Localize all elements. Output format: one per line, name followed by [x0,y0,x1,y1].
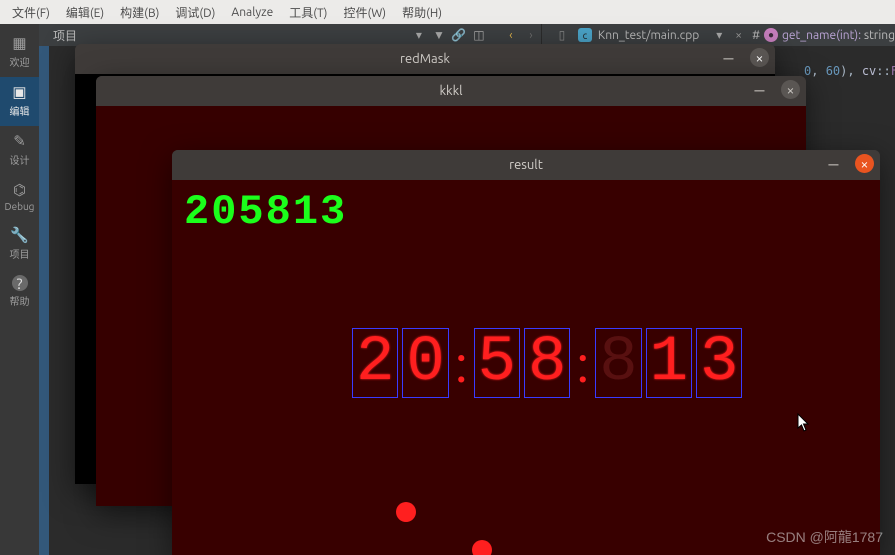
clock-digit-0: 2 [356,327,394,399]
editor-gutter [39,46,49,555]
design-icon: ✎ [13,132,26,150]
close-button[interactable]: × [855,154,874,173]
editor-tab-label: Knn_test/main.cpp [598,29,699,42]
filter-icon[interactable]: ▼ [429,25,449,45]
tab-close-button[interactable]: × [729,29,748,42]
sidebar-item-label: 设计 [10,152,30,167]
minimize-button[interactable]: ─ [719,48,738,67]
code-fragment: 0, 60), cv::FONT [804,64,895,78]
watermark-text: CSDN @阿龍1787 [766,527,883,547]
menu-build[interactable]: 构建(B) [114,1,165,24]
close-button[interactable]: × [750,48,769,67]
clock-digit-2: 5 [478,327,516,399]
sidebar-item-help[interactable]: ? 帮助 [0,269,39,316]
mode-sidebar: ▦ 欢迎 ▣ 编辑 ✎ 设计 ⌬ Debug 🔧 项目 ? 帮助 [0,24,39,555]
menu-edit[interactable]: 编辑(E) [60,1,110,24]
red-dot-1 [396,502,416,522]
link-icon[interactable]: 🔗 [449,25,469,45]
window-title: result [509,158,543,172]
main-menubar: 文件(F) 编辑(E) 构建(B) 调试(D) Analyze 工具(T) 控件… [0,0,895,24]
sidebar-item-design[interactable]: ✎ 设计 [0,126,39,175]
window-result[interactable]: result ─ × 205813 2 0 : 5 8 : 8 1 3 [172,150,880,555]
wrench-icon: 🔧 [10,226,29,244]
project-pane-label[interactable]: 项目 [39,27,91,44]
close-button[interactable]: × [781,80,800,99]
minimize-button[interactable]: ─ [750,80,769,99]
menu-analyze[interactable]: Analyze [225,3,279,22]
hash-separator: # [748,29,764,42]
sidebar-item-project[interactable]: 🔧 项目 [0,220,39,269]
window-titlebar[interactable]: kkkl ─ × [96,76,806,106]
window-title: redMask [400,52,450,66]
window-titlebar[interactable]: redMask ─ × [75,44,775,74]
clock-digit-3: 8 [528,327,566,399]
red-dot-2 [472,540,492,555]
window-title: kkkl [439,84,462,98]
ocr-result-text: 205813 [184,188,347,236]
sidebar-item-label: Debug [5,201,35,212]
method-icon: ● [764,28,778,42]
bookmark-icon: ▯ [552,25,572,45]
menu-debug[interactable]: 调试(D) [169,1,221,24]
edit-mode-icon: ▣ [12,83,26,101]
menu-file[interactable]: 文件(F) [6,1,56,24]
dropdown-arrow-icon[interactable]: ▾ [409,25,429,45]
sidebar-item-edit[interactable]: ▣ 编辑 [0,77,39,126]
sidebar-item-debug[interactable]: ⌬ Debug [0,175,39,220]
clock-digit-5: 3 [700,327,738,399]
clock-digit-ghost: 8 [599,327,637,399]
clock-digit-1: 0 [406,327,444,399]
cpp-file-icon: c [578,28,592,42]
nav-back-icon[interactable]: ‹ [501,25,521,45]
split-icon[interactable]: ◫ [469,25,489,45]
bug-icon: ⌬ [13,181,26,199]
clock-colon: : [453,334,470,392]
menu-help[interactable]: 帮助(H) [396,1,448,24]
window-titlebar[interactable]: result ─ × [172,150,880,180]
dropdown-indicator-icon[interactable]: ▾ [709,25,729,45]
sidebar-item-label: 项目 [10,246,30,261]
menu-tools[interactable]: 工具(T) [283,1,333,24]
help-icon: ? [12,275,28,291]
sidebar-item-label: 编辑 [10,103,30,118]
ide-top-strip: 项目 ▾ ▼ 🔗 ◫ ‹ › ▯ c Knn_test/main.cpp ▾ ×… [39,24,895,46]
grid-icon: ▦ [12,34,26,52]
method-signature[interactable]: get_name(int): string [782,29,895,42]
sidebar-item-label: 欢迎 [10,54,30,69]
clock-digit-4: 1 [650,327,688,399]
menu-widgets[interactable]: 控件(W) [337,1,392,24]
nav-forward-icon[interactable]: › [521,25,541,45]
clock-colon: : [574,334,591,392]
editor-tab-main-cpp[interactable]: ▯ c Knn_test/main.cpp [541,24,709,46]
sidebar-item-welcome[interactable]: ▦ 欢迎 [0,28,39,77]
sidebar-item-label: 帮助 [10,293,30,308]
minimize-button[interactable]: ─ [824,154,843,173]
seven-segment-clock: 2 0 : 5 8 : 8 1 3 [352,328,742,398]
window-content: 205813 2 0 : 5 8 : 8 1 3 [172,180,880,555]
